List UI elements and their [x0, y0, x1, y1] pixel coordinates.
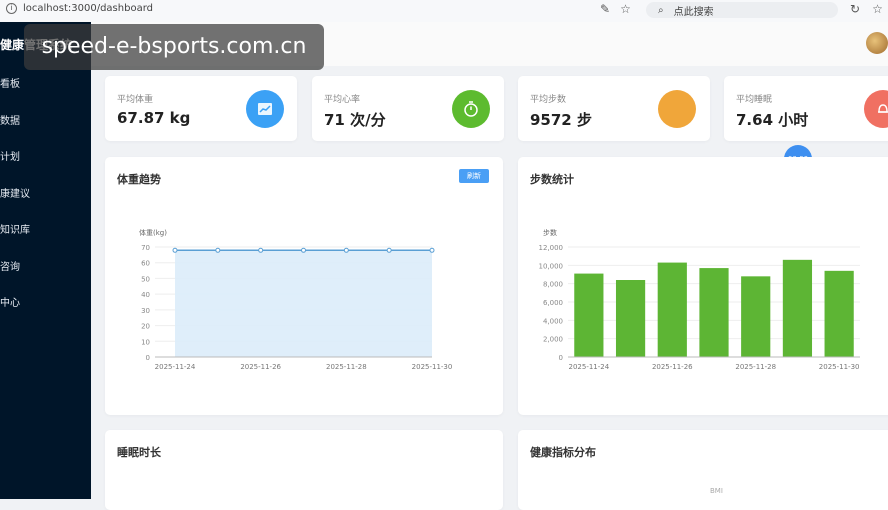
sidebar: 健康管理系统 看板 数据 计划 康建议 知识库 咨询 中心	[0, 22, 91, 499]
search-placeholder: 点此搜索	[673, 6, 714, 18]
bar	[615, 280, 646, 357]
search-icon: ⌕	[658, 4, 664, 16]
trend-chart-icon	[246, 90, 284, 128]
stat-value: 71 次/分	[324, 111, 386, 129]
y-tick-label: 0	[559, 354, 563, 362]
y-tick-label: 70	[141, 244, 150, 252]
data-point	[258, 247, 264, 253]
stat-label: 平均心率	[324, 95, 361, 105]
stat-value: 67.87 kg	[117, 109, 191, 127]
y-tick-label: 50	[141, 275, 150, 283]
x-tick-label: 2025-11-24	[155, 363, 196, 371]
stat-label: 平均体重	[117, 95, 154, 105]
y-tick-label: 60	[141, 260, 150, 268]
steps-chart: 步数 0 2,000 4,000 6,000 8,000 10,000 12,000 2025-…	[539, 228, 860, 371]
x-tick-label: 2025-11-28	[735, 363, 776, 371]
y-tick-label: 6,000	[543, 299, 563, 307]
weight-trend-panel: 体重趋势 刷新 体重(kg) 0 10 20 30 40 50 60 70 2025-11-24 2…	[105, 157, 503, 415]
stat-label: 平均步数	[530, 95, 567, 105]
sleep-panel: 睡眠时长	[105, 430, 503, 510]
data-point	[172, 247, 178, 253]
y-tick-label: 10,000	[539, 262, 564, 270]
data-point	[386, 247, 392, 253]
browser-toolbar: i localhost:3000/dashboard ✎ ☆ ⌕ 点此搜索 ↻ …	[0, 0, 888, 23]
edit-icon[interactable]: ✎	[600, 2, 610, 16]
stat-card-weight: 平均体重 67.87 kg	[105, 76, 297, 141]
panel-title: 健康指标分布	[530, 446, 596, 459]
y-tick-label: 4,000	[543, 317, 563, 325]
y-tick-label: 8,000	[543, 281, 563, 289]
address-bar[interactable]: i localhost:3000/dashboard	[6, 3, 153, 14]
sidebar-item-center[interactable]: 中心	[0, 294, 30, 331]
y-tick-label: 12,000	[539, 244, 564, 252]
data-point	[301, 247, 306, 253]
data-point	[343, 247, 349, 253]
sidebar-item-plan[interactable]: 计划	[0, 148, 30, 185]
bar	[657, 262, 687, 357]
bar	[574, 273, 604, 357]
bar	[824, 270, 854, 357]
sidebar-item-consult[interactable]: 咨询	[0, 258, 30, 295]
x-tick-label: 2025-11-26	[240, 363, 281, 371]
stat-value: 7.64 小时	[736, 111, 809, 129]
steps-panel: 步数统计 步数 0 2,000 4,000 6,000 8,000 10,000 12,000…	[518, 157, 888, 415]
x-tick-label: 2025-11-26	[652, 363, 693, 371]
info-icon[interactable]: i	[6, 3, 17, 14]
stat-card-sleep: 平均睡眠 7.64 小时	[724, 76, 888, 141]
x-tick-label: 2025-11-30	[412, 363, 453, 371]
bar	[699, 268, 729, 357]
extension-icon[interactable]: ↻	[850, 2, 860, 16]
y-tick-label: 40	[141, 291, 150, 299]
sidebar-item-data[interactable]: 数据	[0, 112, 30, 149]
y-tick-label: 0	[146, 354, 150, 362]
health-distribution-panel: 健康指标分布 BMI	[518, 430, 888, 510]
y-axis-label: 步数	[543, 228, 557, 237]
star-icon[interactable]: ☆	[620, 2, 631, 16]
y-tick-label: 20	[141, 323, 150, 331]
x-tick-label: 2025-11-28	[326, 363, 367, 371]
avatar[interactable]	[866, 32, 888, 54]
browser-search-input[interactable]: ⌕ 点此搜索	[646, 2, 838, 18]
data-point	[215, 247, 221, 253]
bar	[741, 276, 771, 357]
axis-hint: BMI	[710, 487, 723, 495]
alarm-icon	[864, 90, 888, 128]
x-tick-label: 2025-11-24	[569, 363, 610, 371]
sidebar-menu: 看板 数据 计划 康建议 知识库 咨询 中心	[0, 75, 30, 331]
stat-value: 9572 步	[530, 111, 592, 129]
steps-icon	[658, 90, 696, 128]
x-tick-label: 2025-11-30	[819, 363, 860, 371]
bar	[782, 259, 813, 357]
stopwatch-icon	[452, 90, 490, 128]
stat-label: 平均睡眠	[736, 95, 773, 105]
y-tick-label: 10	[141, 338, 150, 346]
bookmark-icon[interactable]: ☆	[872, 2, 883, 16]
sidebar-item-knowledge[interactable]: 知识库	[0, 221, 30, 258]
series-area	[175, 250, 432, 357]
stat-card-heart-rate: 平均心率 71 次/分	[312, 76, 504, 141]
stat-card-steps: 平均步数 9572 步	[518, 76, 710, 141]
sidebar-item-advice[interactable]: 康建议	[0, 185, 30, 222]
sidebar-item-dashboard[interactable]: 看板	[0, 75, 30, 112]
y-tick-label: 30	[141, 307, 150, 315]
panel-title: 睡眠时长	[117, 446, 161, 459]
y-axis-label: 体重(kg)	[139, 228, 167, 237]
data-point	[429, 247, 435, 253]
url-text[interactable]: localhost:3000/dashboard	[23, 3, 153, 14]
weight-chart: 体重(kg) 0 10 20 30 40 50 60 70 2025-11-24 2025-11-2…	[139, 228, 453, 371]
watermark-banner: speed-e-bsports.com.cn	[24, 24, 324, 70]
y-tick-label: 2,000	[543, 336, 563, 344]
